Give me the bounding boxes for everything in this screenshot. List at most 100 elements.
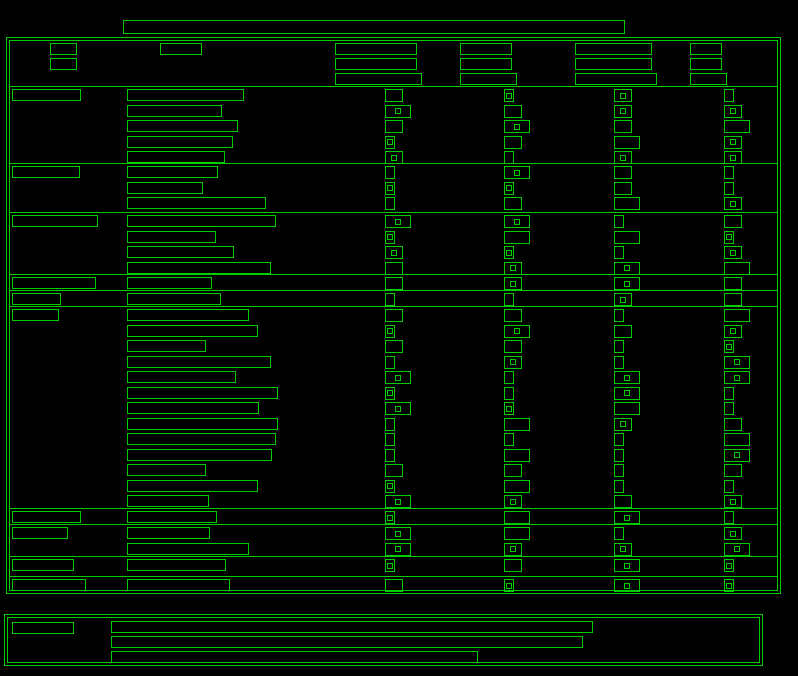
cell-mark xyxy=(724,261,750,275)
cell-mark-dot xyxy=(620,108,626,114)
cell-mark-dot xyxy=(624,374,630,381)
cell-mark xyxy=(504,479,530,493)
cell-mark xyxy=(614,246,624,259)
cell-mark xyxy=(504,197,522,210)
row-label xyxy=(127,277,212,289)
cell-mark xyxy=(504,104,522,118)
cell-mark-dot xyxy=(730,530,736,537)
cell-mark-dot xyxy=(734,374,740,381)
cell-mark xyxy=(614,495,632,508)
cell-mark xyxy=(385,215,411,228)
row-label xyxy=(127,433,276,445)
section-label xyxy=(12,293,61,305)
cell-mark xyxy=(385,309,403,322)
cell-mark xyxy=(385,246,403,259)
cell-mark xyxy=(724,433,750,446)
cell-mark xyxy=(504,464,522,477)
cell-mark xyxy=(724,197,742,210)
cell-mark xyxy=(614,324,632,338)
cell-mark-dot xyxy=(506,92,512,99)
cell-mark xyxy=(724,215,742,228)
row-label xyxy=(127,151,225,163)
cell-mark-dot xyxy=(620,154,626,161)
section-label xyxy=(12,215,98,227)
cell-mark xyxy=(724,448,750,462)
cell-mark xyxy=(385,261,403,275)
cell-mark xyxy=(504,135,522,149)
notes-inner xyxy=(7,617,760,663)
cell-mark xyxy=(724,464,742,477)
cell-mark-dot xyxy=(510,280,516,287)
row-label xyxy=(127,215,276,227)
cell-mark xyxy=(614,386,640,400)
cell-mark xyxy=(385,479,395,493)
cell-mark xyxy=(504,277,522,290)
cell-mark xyxy=(504,386,514,400)
cell-mark xyxy=(504,417,530,431)
cell-mark xyxy=(504,448,530,462)
cell-mark xyxy=(385,495,411,508)
table-header-cell xyxy=(575,58,652,70)
cell-mark-dot xyxy=(387,234,393,240)
cell-mark xyxy=(504,402,514,415)
row-label xyxy=(127,230,216,243)
table-header-cell xyxy=(460,73,517,85)
cell-mark-dot xyxy=(391,249,397,256)
cell-mark xyxy=(614,433,624,446)
cell-mark xyxy=(614,197,640,210)
cell-mark xyxy=(385,511,395,524)
cell-mark xyxy=(724,293,742,306)
cell-mark-dot xyxy=(624,514,630,521)
cell-mark-dot xyxy=(620,421,626,427)
cell-mark xyxy=(724,355,750,369)
row-label xyxy=(127,479,258,492)
data-table xyxy=(6,37,781,594)
cell-mark xyxy=(504,261,522,275)
section-label xyxy=(12,579,86,591)
cell-mark-dot xyxy=(726,234,732,240)
cell-mark-dot xyxy=(624,562,630,569)
cell-mark-dot xyxy=(506,405,512,412)
notes-line-3 xyxy=(111,651,478,663)
cell-mark xyxy=(504,340,522,353)
cell-mark-dot xyxy=(730,328,736,334)
cell-mark xyxy=(724,230,734,244)
row-label xyxy=(127,104,222,117)
data-table-inner xyxy=(9,40,778,592)
row-label xyxy=(127,324,258,337)
table-rule xyxy=(10,86,777,87)
cell-mark-dot xyxy=(624,265,630,271)
row-label xyxy=(127,246,234,258)
cell-mark xyxy=(504,371,514,384)
cell-mark xyxy=(385,197,395,210)
cell-mark-dot xyxy=(395,218,401,225)
cell-mark xyxy=(504,309,522,322)
cell-mark-dot xyxy=(726,562,732,569)
row-label xyxy=(127,371,236,383)
notes-label xyxy=(12,622,74,634)
cell-mark xyxy=(724,246,742,259)
cell-mark-dot xyxy=(395,530,401,537)
table-header-cell xyxy=(160,43,202,55)
document-title xyxy=(123,20,625,34)
cell-mark xyxy=(504,511,530,524)
table-header-cell xyxy=(460,58,512,70)
cell-mark-dot xyxy=(395,405,401,412)
cell-mark xyxy=(614,135,640,149)
table-header-cell xyxy=(460,43,512,55)
cell-mark xyxy=(614,511,640,524)
cell-mark-dot xyxy=(620,546,626,552)
cell-mark xyxy=(504,293,514,306)
row-label xyxy=(127,417,278,430)
row-label xyxy=(127,261,271,274)
cell-mark-dot xyxy=(510,498,516,505)
cell-mark xyxy=(385,340,403,353)
table-header-cell xyxy=(690,73,727,85)
cell-mark xyxy=(724,277,742,290)
cell-mark-dot xyxy=(387,514,393,521)
cell-mark-dot xyxy=(510,359,516,365)
cell-mark xyxy=(724,579,734,592)
cell-mark xyxy=(385,104,411,118)
cell-mark xyxy=(724,309,750,322)
table-header-cell xyxy=(335,58,417,70)
